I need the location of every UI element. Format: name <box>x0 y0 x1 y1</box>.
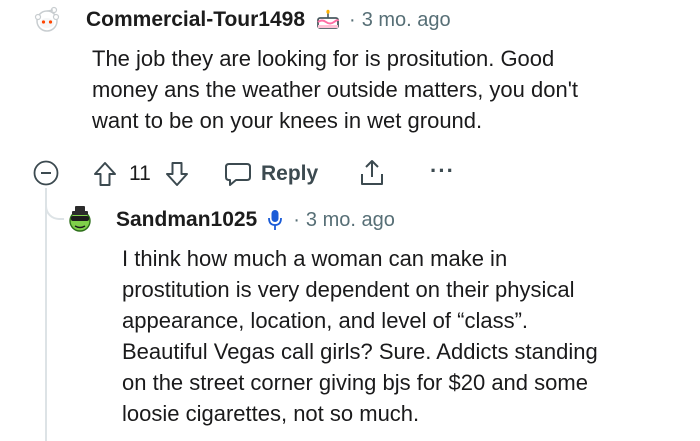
comment-body-line: money ans the weather outside matters, y… <box>92 77 579 102</box>
more-options-button[interactable]: ··· <box>430 158 455 184</box>
share-button[interactable] <box>358 158 386 188</box>
meta-separator: · <box>349 8 356 31</box>
comment-username[interactable]: Commercial-Tour1498 <box>86 8 305 32</box>
reply-button[interactable]: Reply <box>224 160 318 188</box>
comment-body-line: want to be on your knees in wet ground. <box>92 108 483 133</box>
cake-icon <box>315 9 341 31</box>
comment-bubble-icon <box>224 161 252 187</box>
share-icon <box>361 160 383 185</box>
thread-connector <box>45 196 65 220</box>
comment-body: I think how much a woman can make in pro… <box>122 243 692 429</box>
comment-header: Commercial-Tour1498 · 3 mo. ago <box>86 6 451 34</box>
comment-body-line: The job they are looking for is prositut… <box>92 46 555 71</box>
downvote-button[interactable] <box>164 160 190 188</box>
comment-body-line: Beautiful Vegas call girls? Sure. Addict… <box>122 339 598 364</box>
comment-header: Sandman1025 · 3 mo. ago <box>116 206 395 234</box>
minus-circle-icon <box>33 160 59 186</box>
comment-body-line: prostitution is very dependent on their … <box>122 277 575 302</box>
microphone-icon <box>267 208 283 232</box>
thread-line[interactable] <box>45 188 47 441</box>
comment-body-line: I think how much a woman can make in <box>122 246 508 271</box>
arrow-down-icon <box>166 162 188 186</box>
reply-label: Reply <box>261 162 319 185</box>
collapse-button[interactable] <box>33 160 59 186</box>
vote-score: 11 <box>129 162 151 185</box>
avatar[interactable] <box>64 203 96 235</box>
avatar[interactable] <box>32 4 62 34</box>
upvote-button[interactable] <box>92 160 118 188</box>
snoo-avatar-icon <box>34 6 60 32</box>
comment-body-line: on the street corner giving bjs for $20 … <box>122 370 588 395</box>
comment-timestamp[interactable]: 3 mo. ago <box>362 9 451 32</box>
comment-timestamp[interactable]: 3 mo. ago <box>306 209 395 232</box>
meta-separator: · <box>293 208 300 231</box>
comment-body-line: loosie cigarettes, not so much. <box>122 401 420 426</box>
arrow-up-icon <box>94 162 116 186</box>
comment-body-line: appearance, location, and level of “clas… <box>122 308 529 333</box>
snoo-avatar-icon <box>69 206 91 232</box>
comment-body: The job they are looking for is prositut… <box>92 43 682 136</box>
comment-username[interactable]: Sandman1025 <box>116 208 257 232</box>
